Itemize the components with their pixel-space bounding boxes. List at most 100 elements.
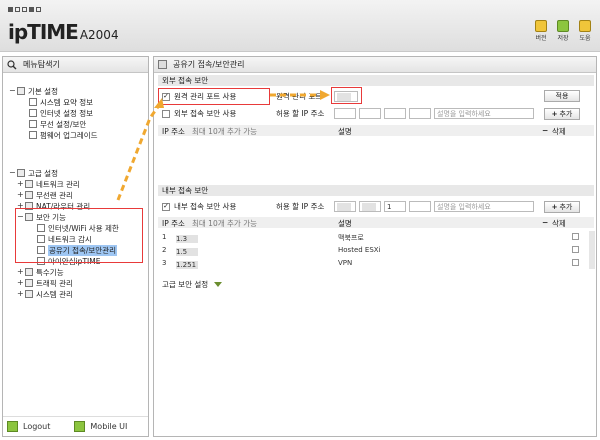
col-ip: IP 주소 (162, 219, 185, 228)
row-number: 3 (162, 259, 167, 267)
external-ip-oct2[interactable] (359, 108, 381, 119)
expand-icon: + (17, 278, 24, 287)
version-button[interactable]: 버전 (534, 20, 548, 42)
tree-item-wireless[interactable]: 무선 설정/보안 (29, 119, 86, 129)
tree-label: 인터넷 설정 정보 (40, 108, 94, 118)
plus-icon: + (551, 203, 558, 211)
gear-icon (17, 169, 25, 177)
help-icon (579, 20, 591, 32)
apply-button[interactable]: 적용 (544, 90, 580, 102)
tree-item-firmware[interactable]: 펌웨어 업그레이드 (29, 130, 98, 140)
tree-label: 시스템 관리 (36, 289, 73, 299)
tree-label: 펌웨어 업그레이드 (40, 130, 98, 140)
internal-allow-label: 내부 접속 보안 사용 (174, 202, 237, 211)
save-button[interactable]: 저장 (556, 20, 570, 42)
external-ip-oct4[interactable] (409, 108, 431, 119)
row-ip: 1.3 (176, 235, 188, 243)
app-header: ipTIME A2004 버전 저장 도움 (0, 0, 600, 52)
logout-button[interactable]: Logout (7, 421, 50, 432)
help-label: 도움 (579, 35, 591, 42)
external-table-header: IP 주소 최대 10개 추가 가능 설명 − 삭제 (158, 125, 594, 136)
internal-ip-oct2[interactable] (359, 201, 381, 212)
external-section-header: 외부 접속 보안 (158, 75, 594, 86)
col-desc: 설명 (338, 219, 352, 228)
main-panel: 공유기 접속/보안관리 외부 접속 보안 ✓ 원격 관리 포트 사용 원격 관리… (153, 56, 597, 437)
collapse-icon: − (9, 168, 16, 177)
mobile-ui-button[interactable]: Mobile UI (74, 421, 127, 432)
external-security-section: 외부 접속 보안 (158, 75, 594, 86)
table-row: 3 1.251 VPN (158, 257, 594, 269)
row-delete-checkbox[interactable] (572, 246, 579, 253)
sidebar-footer: Logout Mobile UI (3, 416, 148, 436)
page-icon (29, 131, 37, 139)
external-ip-oct1[interactable] (334, 108, 356, 119)
row-number: 2 (162, 246, 167, 254)
logout-icon (7, 421, 18, 432)
collapse-icon: − (9, 86, 16, 95)
external-add-button[interactable]: + 추가 (544, 108, 580, 120)
brand-dots (8, 7, 41, 12)
external-desc-input[interactable]: 설명을 입력하세요 (434, 108, 534, 119)
plus-icon: + (551, 110, 558, 118)
tree-label: 특수기능 (36, 267, 64, 277)
row-delete-checkbox[interactable] (572, 233, 579, 240)
internal-allow-checkbox[interactable]: ✓ (162, 202, 170, 211)
internal-table-header: IP 주소 최대 10개 추가 가능 설명 − 삭제 (158, 217, 594, 228)
internal-desc-input[interactable]: 설명을 입력하세요 (434, 201, 534, 212)
internal-add-button[interactable]: + 추가 (544, 201, 580, 213)
row-desc: VPN (338, 259, 353, 267)
tree-basic-settings[interactable]: − 기본 설정 (9, 86, 58, 96)
highlight-security-menu (15, 208, 143, 263)
row-delete-checkbox[interactable] (572, 259, 579, 266)
expand-icon: + (17, 190, 24, 199)
internal-ip-label: 허용 할 IP 주소 (276, 202, 325, 211)
tree-special[interactable]: + 특수기능 (17, 267, 64, 277)
expand-icon: + (17, 267, 24, 276)
external-allow-label: 외부 접속 보안 사용 (174, 109, 237, 118)
tree-item-system-summary[interactable]: 시스템 요약 정보 (29, 97, 93, 107)
page-title: 공유기 접속/보안관리 (173, 60, 245, 69)
save-label: 저장 (557, 35, 569, 42)
external-ip-label: 허용 할 IP 주소 (276, 109, 325, 118)
col-desc: 설명 (338, 127, 352, 136)
page-icon (29, 120, 37, 128)
highlight-remote-port-input (331, 87, 362, 104)
row-number: 1 (162, 233, 167, 241)
col-max: 최대 10개 추가 가능 (192, 127, 257, 136)
row-desc: Hosted ESXi (338, 246, 381, 254)
tree-wireless-lan[interactable]: + 무선랜 관리 (17, 190, 73, 200)
external-allow-checkbox[interactable] (162, 109, 170, 118)
expand-icon: + (17, 289, 24, 298)
folder-icon (25, 268, 33, 276)
page-icon (29, 109, 37, 117)
tree-label: 트래픽 관리 (36, 278, 73, 288)
internal-ip-oct1[interactable] (334, 201, 356, 212)
internal-ip-oct3[interactable]: 1 (384, 201, 406, 212)
tree-traffic[interactable]: + 트래픽 관리 (17, 278, 73, 288)
table-row: 2 1.5 Hosted ESXi (158, 244, 594, 256)
external-ip-oct3[interactable] (384, 108, 406, 119)
version-label: 버전 (535, 35, 547, 42)
internal-section-header: 내부 접속 보안 (158, 185, 594, 196)
brand-name: ipTIME (8, 20, 79, 44)
model-name: A2004 (79, 28, 119, 42)
menu-explorer: 메뉴탐색기 − 기본 설정 시스템 요약 정보 인터넷 설정 정보 무선 설정/보… (2, 56, 149, 437)
advanced-security-toggle[interactable]: 고급 보안 설정 (158, 278, 594, 291)
tree-item-internet-info[interactable]: 인터넷 설정 정보 (29, 108, 93, 118)
advanced-security-label: 고급 보안 설정 (162, 280, 209, 289)
internal-ip-oct4[interactable] (409, 201, 431, 212)
minus-icon: − (542, 126, 549, 135)
table-scrollbar[interactable] (589, 231, 595, 269)
col-delete[interactable]: 삭제 (552, 126, 566, 137)
col-max: 최대 10개 추가 가능 (192, 219, 257, 228)
tree-label: 무선랜 관리 (36, 190, 73, 200)
tree-advanced-settings[interactable]: − 고급 설정 (9, 168, 58, 178)
mobile-icon (74, 421, 86, 432)
col-delete[interactable]: 삭제 (552, 218, 566, 229)
expand-icon: + (17, 179, 24, 188)
help-button[interactable]: 도움 (578, 20, 592, 42)
tree-label: 고급 설정 (28, 168, 58, 178)
search-icon (7, 59, 17, 69)
tree-system[interactable]: + 시스템 관리 (17, 289, 73, 299)
tree-network[interactable]: + 네트워크 관리 (17, 179, 80, 189)
